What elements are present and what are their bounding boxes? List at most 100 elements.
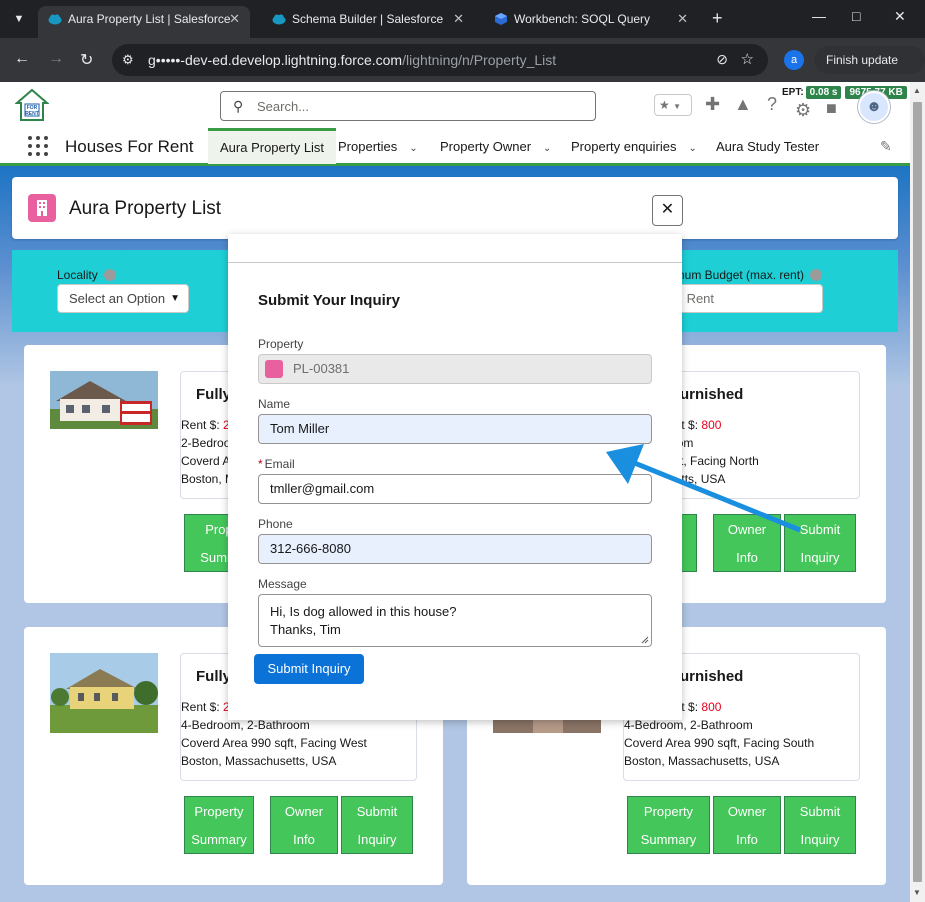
url-text: g•••••-dev-ed.develop.lightning.force.co… [148,52,557,68]
submit-inquiry-button[interactable]: Submit Inquiry [341,796,413,854]
building-icon [28,194,56,222]
salesforce-cloud-icon [48,14,62,25]
app-name: Houses For Rent [65,137,194,156]
tab-search-icon[interactable]: ▼ [10,10,28,28]
property-area: Coverd Area 990 sqft, Facing West [181,736,367,750]
app-navigation-bar: Houses For Rent Aura Property List Prope… [0,128,910,166]
property-rent: Rent $: 2 [181,418,230,432]
edit-nav-pencil-icon[interactable]: ✎ [880,138,892,155]
info-icon[interactable] [103,269,116,281]
notifications-bell-icon[interactable]: ■ [826,98,837,119]
modal-header-divider [228,262,682,263]
svg-text:RENT: RENT [25,111,39,117]
phone-label: Phone [258,517,293,531]
submit-inquiry-button[interactable]: Submit Inquiry [254,654,364,684]
global-actions-icon[interactable]: ✚ [705,94,720,115]
message-label: Message [258,577,307,591]
property-photo[interactable] [50,371,158,429]
user-avatar[interactable]: ☻ [858,91,890,123]
nav-tab-properties[interactable]: Properties ⌄ [338,128,418,164]
property-location: Boston, Massachusetts, USA [181,754,337,768]
scroll-up-icon[interactable]: ▲ [913,86,921,95]
search-icon: ⚲ [233,98,244,114]
tab-close-icon[interactable]: ✕ [453,6,464,32]
property-title: urnished [680,386,744,403]
salesforce-cloud-icon [272,14,286,25]
property-record-icon [265,360,283,378]
minimize-icon[interactable]: — [812,8,826,24]
profile-avatar[interactable]: a [784,50,804,70]
tab-close-icon[interactable]: ✕ [677,6,688,32]
submit-inquiry-button[interactable]: Submit Inquiry [784,514,856,572]
window-close-icon[interactable]: ✕ [894,8,906,25]
tracking-protection-icon[interactable]: ⊘ [716,51,728,68]
name-label: Name [258,397,291,411]
email-input[interactable]: tmller@gmail.com [258,474,652,504]
nav-tab-aura-property-list[interactable]: Aura Property List [208,128,337,164]
chevron-down-icon[interactable]: ⌄ [409,143,417,154]
property-summary-button[interactable]: Property Summary [627,796,710,854]
maximize-icon[interactable]: □ [852,8,860,24]
nav-tab-property-owner[interactable]: Property Owner ⌄ [440,128,551,164]
global-search-input[interactable]: ⚲ Search... [220,91,596,121]
tab-schema-builder[interactable]: Schema Builder | Salesforce ✕ [262,6,474,38]
property-photo[interactable] [50,653,158,733]
message-textarea[interactable]: Hi, Is dog allowed in this house? Thanks… [258,594,652,647]
page-header: Aura Property List [12,177,898,239]
for-rent-logo[interactable]: FOR RENT [15,88,49,122]
help-icon[interactable]: ? [767,94,777,115]
trailhead-icon[interactable]: ▲ [734,94,752,115]
finish-update-button[interactable]: Finish update ⋮ [814,46,925,95]
new-tab-icon[interactable]: + [712,8,723,29]
property-title: Fully [196,386,232,403]
bookmark-star-icon[interactable]: ☆ [741,50,754,68]
property-summary-button[interactable]: Property Summary [184,796,254,854]
owner-info-button[interactable]: Owner Info [713,796,781,854]
name-input[interactable]: Tom Miller [258,414,652,444]
site-info-icon[interactable]: ⚙ [122,52,134,68]
submit-inquiry-button[interactable]: Submit Inquiry [784,796,856,854]
phone-input[interactable]: 312-666-8080 [258,534,652,564]
tab-aura-property-list[interactable]: Aura Property List | Salesforce ✕ [38,6,250,38]
nav-tab-aura-study-tester[interactable]: Aura Study Tester [716,128,819,164]
nav-tab-property-enquiries[interactable]: Property enquiries ⌄ [571,128,697,164]
property-title: Fully [196,668,232,685]
resize-handle-icon[interactable] [641,636,649,644]
tab-title: Workbench: SOQL Query [514,12,651,26]
tab-workbench[interactable]: Workbench: SOQL Query ✕ [484,6,698,38]
property-area: Coverd A [181,454,231,468]
property-lookup-field: PL-00381 [258,354,652,384]
search-placeholder: Search... [257,99,310,114]
ept-indicator: EPT:0.08 s9675.77 KB [782,86,907,99]
tab-title: Schema Builder | Salesforce [292,12,444,26]
locality-select[interactable]: Select an Option ▼ [57,284,189,313]
property-bedrooms: 2-Bedroo [181,436,231,450]
modal-close-button[interactable]: ✕ [652,195,683,226]
back-icon[interactable]: ← [14,50,30,68]
setup-gear-icon[interactable]: ⚙ [795,100,811,121]
property-rent: Rent $: 2 [181,700,230,714]
page-scrollbar[interactable]: ▲ ▼ [910,82,925,902]
modal-title: Submit Your Inquiry [258,292,400,309]
info-icon[interactable] [810,269,823,281]
owner-info-button[interactable]: Owner Info [270,796,338,854]
tab-close-icon[interactable]: ✕ [229,6,240,32]
favorites-star-icon: ★ [659,98,670,112]
budget-label: imum Budget (max. rent) [672,268,823,282]
property-title: urnished [680,668,744,685]
reload-icon[interactable]: ↻ [80,50,93,70]
scroll-down-icon[interactable]: ▼ [913,888,921,897]
chevron-down-icon[interactable]: ⌄ [543,143,551,154]
address-bar[interactable]: ⚙ g•••••-dev-ed.develop.lightning.force.… [112,44,768,76]
forward-icon[interactable]: → [48,50,64,68]
page-title: Aura Property List [69,198,222,219]
property-bedrooms: 4-Bedroom, 2-Bathroom [624,718,753,732]
favorites-button[interactable]: ★ ▼ [654,94,692,116]
chevron-down-icon: ▼ [673,102,682,111]
app-launcher-icon[interactable] [28,136,48,156]
property-bedrooms: 4-Bedroom, 2-Bathroom [181,718,310,732]
email-label: * Email [258,457,295,471]
owner-info-button[interactable]: Owner Info [713,514,781,572]
scrollbar-thumb[interactable] [913,102,922,882]
chevron-down-icon[interactable]: ⌄ [689,143,697,154]
